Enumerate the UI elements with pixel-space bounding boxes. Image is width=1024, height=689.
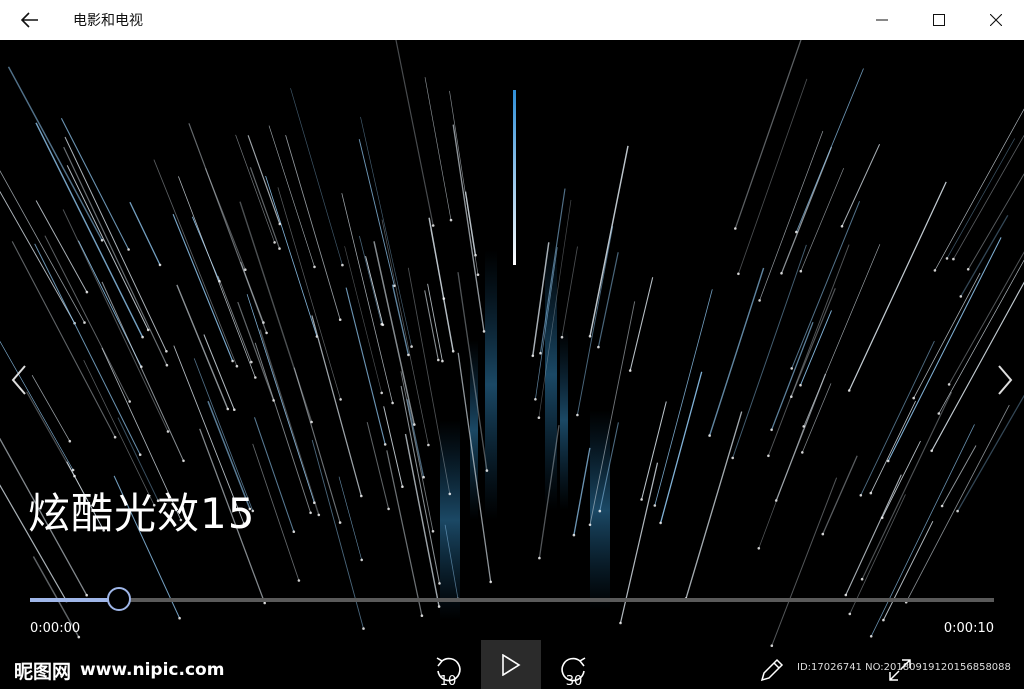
app-title: 电影和电视 bbox=[73, 13, 143, 29]
video-surface[interactable]: 炫酷光效15 0:00:00 0:00:10 昵图网 www.nipic.com… bbox=[0, 40, 1024, 689]
seek-progress bbox=[30, 598, 119, 602]
back-arrow-icon bbox=[21, 12, 38, 28]
back-button[interactable] bbox=[0, 0, 60, 40]
seek-bar[interactable] bbox=[30, 587, 994, 611]
next-button[interactable] bbox=[990, 360, 1020, 400]
play-icon bbox=[502, 653, 521, 676]
play-button[interactable] bbox=[481, 640, 541, 689]
skip-forward-label: 30 bbox=[565, 674, 583, 689]
chevron-right-icon bbox=[998, 365, 1013, 395]
window-controls bbox=[853, 0, 1024, 40]
chevron-left-icon bbox=[11, 365, 26, 395]
close-button[interactable] bbox=[967, 0, 1024, 40]
media-title: 炫酷光效15 bbox=[28, 489, 256, 538]
minimize-icon bbox=[875, 19, 888, 21]
fullscreen-button[interactable] bbox=[884, 654, 916, 686]
watermark-site: www.nipic.com bbox=[80, 660, 225, 680]
seek-thumb[interactable] bbox=[106, 587, 131, 611]
seek-track[interactable] bbox=[30, 598, 994, 602]
maximize-icon bbox=[932, 14, 945, 26]
expand-icon bbox=[889, 659, 911, 681]
edit-button[interactable] bbox=[756, 654, 788, 686]
watermark-logo: 昵图网 bbox=[14, 661, 72, 683]
duration: 0:00:10 bbox=[943, 621, 994, 636]
close-icon bbox=[989, 14, 1002, 26]
minimize-button[interactable] bbox=[853, 0, 910, 40]
previous-button[interactable] bbox=[4, 360, 34, 400]
skip-back-button[interactable]: 10 bbox=[430, 652, 466, 689]
current-time: 0:00:00 bbox=[30, 621, 81, 636]
pen-icon bbox=[760, 658, 784, 682]
maximize-button[interactable] bbox=[910, 0, 967, 40]
light-effect-frame bbox=[0, 40, 1024, 647]
title-bar: 电影和电视 bbox=[0, 0, 1024, 40]
skip-forward-button[interactable]: 30 bbox=[556, 652, 592, 689]
skip-back-label: 10 bbox=[439, 674, 457, 689]
